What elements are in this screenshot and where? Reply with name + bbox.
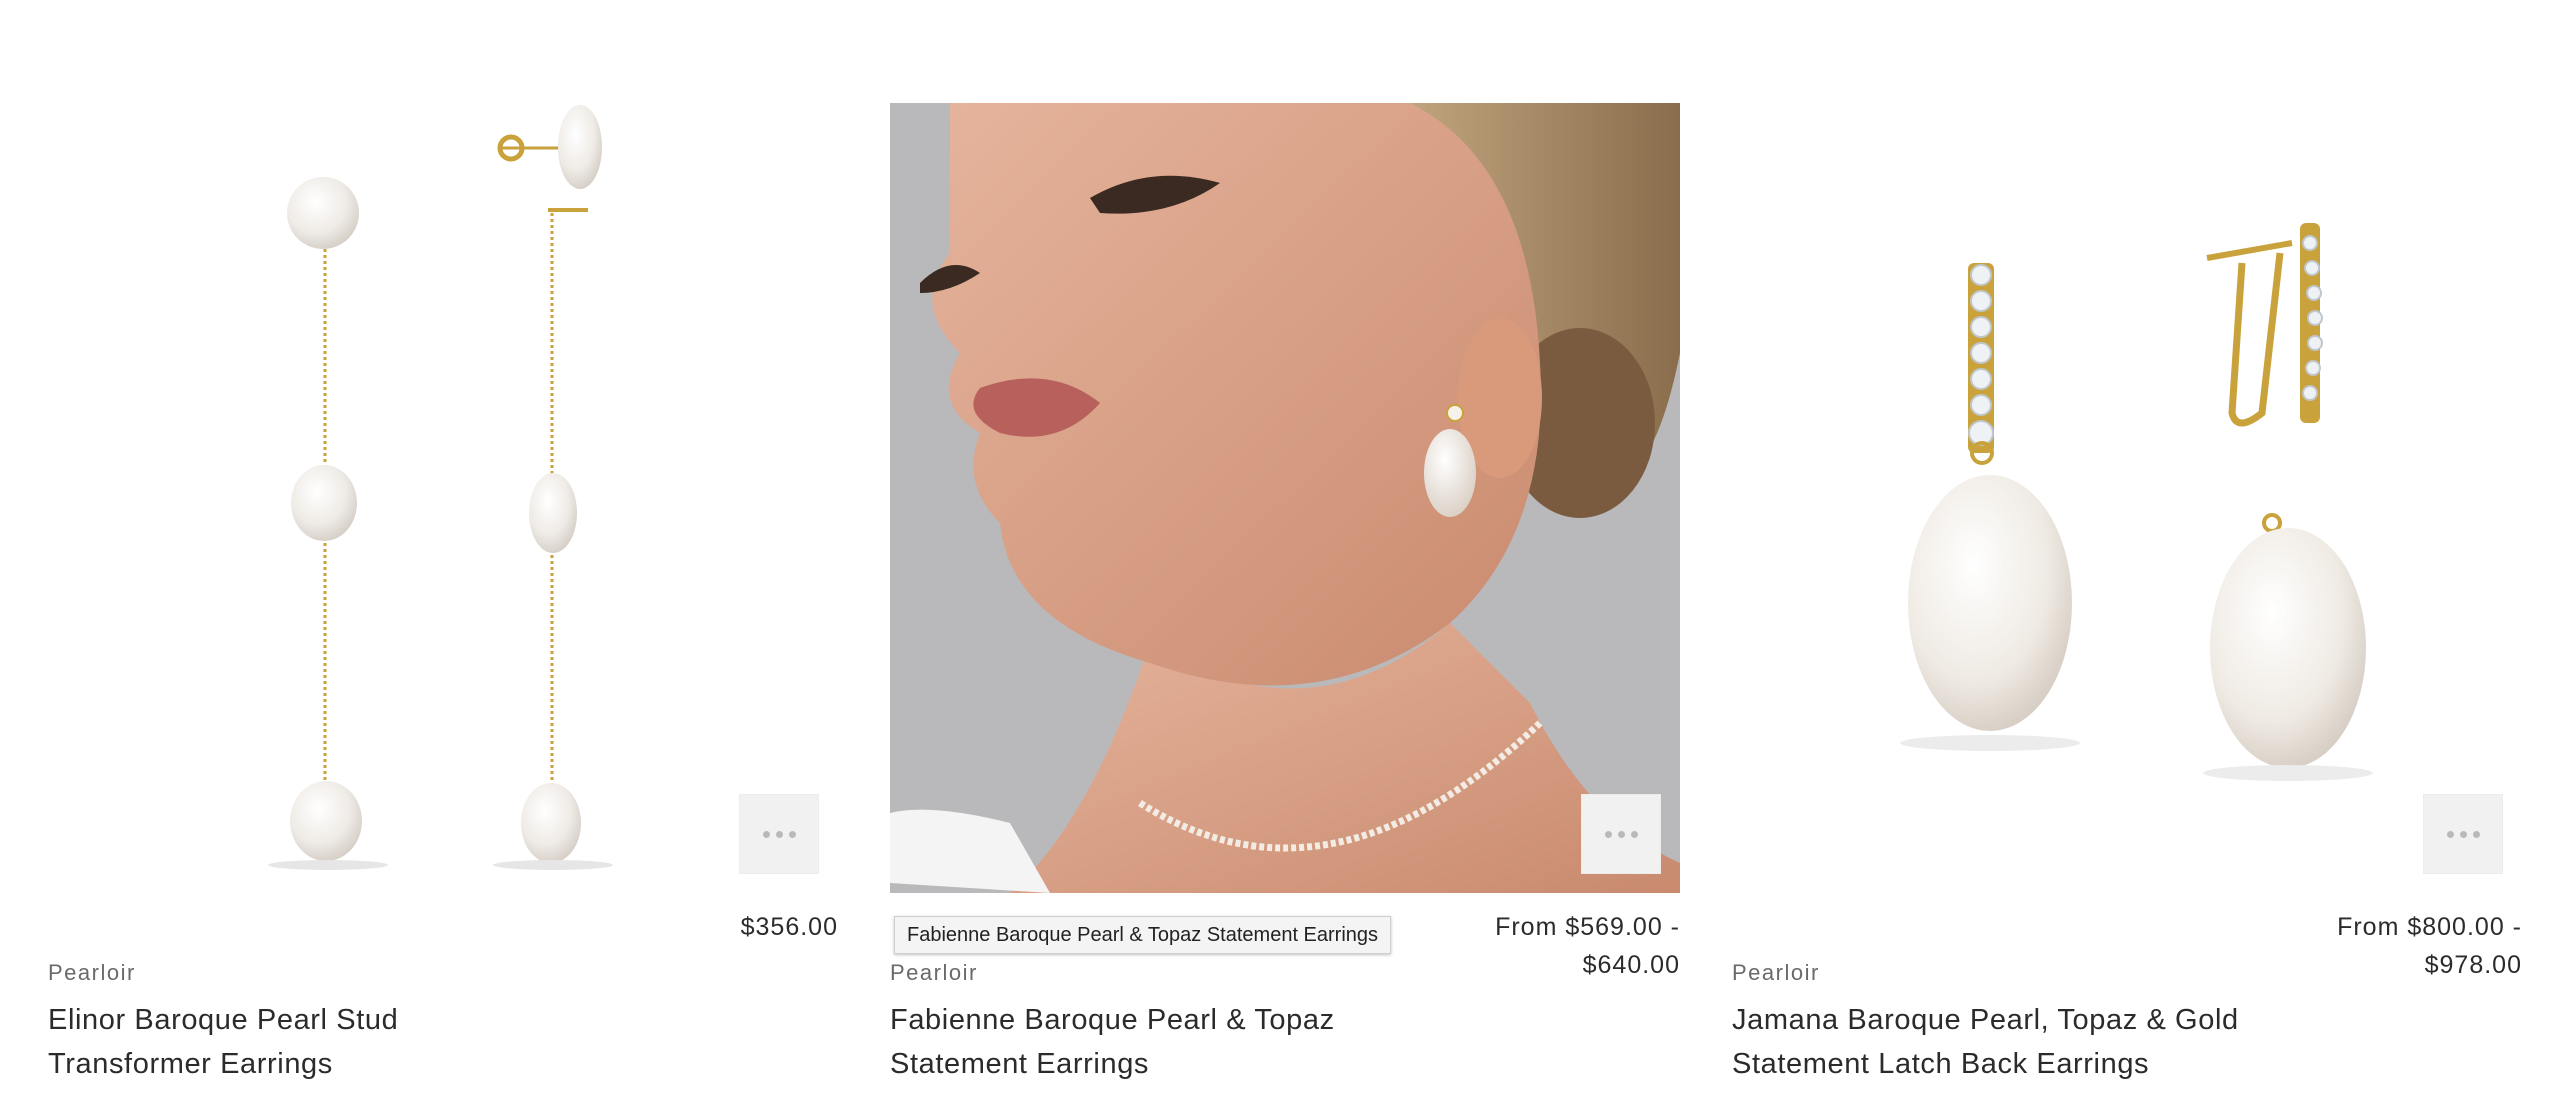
product-vendor: Pearloir: [48, 960, 136, 985]
product-title-link[interactable]: Fabienne Baroque Pearl & Topaz Statement…: [890, 998, 1450, 1086]
more-options-button[interactable]: [2423, 794, 2503, 874]
more-options-button[interactable]: [739, 794, 819, 874]
product-image[interactable]: [48, 103, 838, 893]
product-price: $356.00: [740, 913, 838, 941]
pearl-drop-chain-earrings-image: [268, 105, 613, 870]
product-title-link[interactable]: Jamana Baroque Pearl, Topaz & Gold State…: [1732, 998, 2292, 1086]
product-card[interactable]: $356.00 Pearloir Elinor Baroque Pearl St…: [48, 0, 838, 1119]
more-dots-icon: [762, 830, 796, 838]
product-image[interactable]: [1732, 103, 2522, 893]
more-options-button[interactable]: [1581, 794, 1661, 874]
more-dots-icon: [1604, 830, 1638, 838]
more-dots-icon: [2446, 830, 2480, 838]
product-card[interactable]: From $800.00 - $978.00 Pearloir Jamana B…: [1732, 0, 2522, 1119]
latch-back-pearl-earrings-image: [1900, 223, 2373, 781]
title-tooltip: Fabienne Baroque Pearl & Topaz Statement…: [894, 916, 1392, 954]
product-title-link[interactable]: Elinor Baroque Pearl Stud Transformer Ea…: [48, 998, 608, 1086]
model-wearing-pearl-earring-image: [890, 103, 1680, 893]
product-vendor: Pearloir: [1732, 960, 1820, 985]
product-price: From $800.00 - $978.00: [2337, 913, 2522, 979]
product-image[interactable]: [890, 103, 1680, 893]
product-vendor: Pearloir: [890, 960, 978, 985]
